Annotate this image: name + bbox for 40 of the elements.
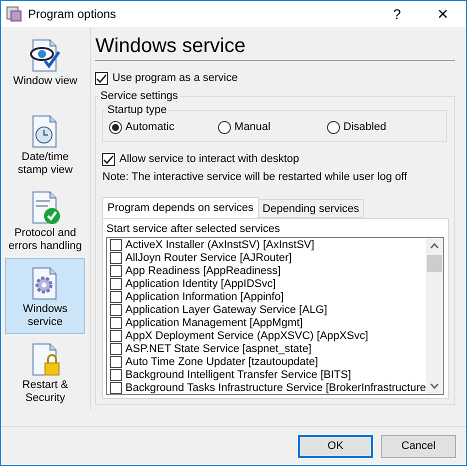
service-item[interactable]: Application Identity [AppIDSvc] xyxy=(110,277,426,290)
sidebar-item[interactable]: Protocol and errors handling xyxy=(5,182,86,258)
service-item[interactable]: Application Layer Gateway Service [ALG] xyxy=(110,303,426,316)
eye-document-icon xyxy=(28,39,62,73)
sidebar-item[interactable]: Windows service xyxy=(5,258,86,334)
app-icon xyxy=(6,6,22,22)
sidebar-item[interactable]: Window view xyxy=(5,30,86,106)
use-service-checkbox[interactable]: Use program as a service xyxy=(95,70,455,86)
service-item[interactable]: Application Information [Appinfo] xyxy=(110,290,426,303)
service-item[interactable]: AppX Deployment Service (AppXSVC) [AppXSvc] xyxy=(110,329,426,342)
scrollbar[interactable] xyxy=(426,238,443,394)
service-item[interactable]: Background Intelligent Transfer Service [BITS] xyxy=(110,368,426,381)
tab[interactable]: Depending services xyxy=(258,199,364,218)
checkmark-icon xyxy=(96,72,108,84)
tab[interactable]: Program depends on services xyxy=(102,197,259,218)
sidebar-item[interactable]: Restart & Security xyxy=(5,334,86,410)
note-text: Note: The interactive service will be restarted while user log off xyxy=(102,171,408,183)
page-heading: Windows service xyxy=(95,35,455,61)
radio-button[interactable]: Automatic xyxy=(109,118,218,136)
service-item[interactable]: Auto Time Zone Updater [tzautoupdate] xyxy=(110,355,426,368)
group-title: Service settings xyxy=(99,90,180,102)
list-caption: Start service after selected services xyxy=(106,223,282,235)
dialog-button[interactable]: Cancel xyxy=(381,434,456,458)
scroll-thumb[interactable] xyxy=(427,255,442,272)
sidebar-item[interactable]: Date/time stamp view xyxy=(5,106,86,182)
service-item[interactable]: AllJoyn Router Service [AJRouter] xyxy=(110,251,426,264)
service-item[interactable]: Application Management [AppMgmt] xyxy=(110,316,426,329)
service-item[interactable]: ASP.NET State Service [aspnet_state] xyxy=(110,342,426,355)
window-title: Program options xyxy=(28,7,118,21)
help-button[interactable]: ? xyxy=(374,1,420,27)
radio-button[interactable]: Disabled xyxy=(327,118,436,136)
service-item[interactable]: ActiveX Installer (AxInstSV) [AxInstSV] xyxy=(110,238,426,251)
radio-button[interactable]: Manual xyxy=(218,118,328,136)
group-title: Startup type xyxy=(106,104,168,116)
service-item[interactable]: App Readiness [AppReadiness] xyxy=(110,264,426,277)
dialog-button[interactable]: OK xyxy=(298,434,373,458)
close-button[interactable]: ✕ xyxy=(420,1,466,27)
checkmark-icon xyxy=(103,154,114,164)
service-item[interactable]: Background Tasks Infrastructure Service [BrokerInfrastructure xyxy=(110,381,426,394)
interact-checkbox[interactable]: Allow service to interact with desktop xyxy=(102,151,449,167)
